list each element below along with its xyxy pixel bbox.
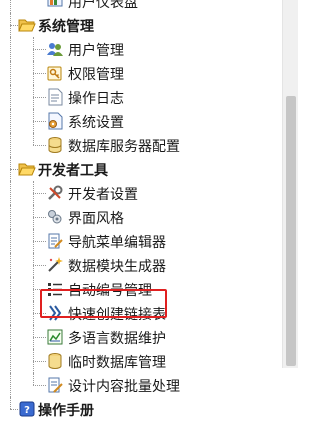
navigation-tree: 用户仪表盘 系统管理 用户管理 权限管理 操作日志 系统设置 数据库服务器配置 …: [0, 0, 282, 421]
svg-text:?: ?: [24, 405, 30, 416]
tree-group-developer-tools[interactable]: 开发者工具: [0, 157, 282, 181]
tree-connector: [33, 337, 46, 338]
tree-connector: [33, 193, 46, 194]
open-folder-icon: [18, 161, 36, 177]
tree-connector: [33, 145, 46, 146]
tree-connector: [10, 253, 11, 277]
tree-connector: [10, 229, 11, 253]
tree-connector: [33, 73, 46, 74]
key-icon: [46, 64, 64, 82]
tree-item-batch-design-processing[interactable]: 设计内容批量处理: [0, 373, 282, 397]
open-folder-icon: [18, 17, 36, 33]
tree-group-system-management[interactable]: 系统管理: [0, 13, 282, 37]
tree-connector: [10, 301, 11, 325]
tree-item-temp-database-management[interactable]: 临时数据库管理: [0, 349, 282, 373]
tree-connector: [33, 373, 34, 385]
tree-item-label: 界面风格: [68, 211, 124, 227]
tree-connector: [33, 121, 46, 122]
tree-connector: [33, 133, 34, 145]
tree-item-ui-style[interactable]: 界面风格: [0, 205, 282, 229]
settings-page-icon: [46, 112, 64, 130]
tree-connector: [10, 181, 11, 205]
tree-connector: [10, 277, 11, 301]
users-icon: [46, 40, 64, 58]
tree-item-label: 权限管理: [68, 67, 124, 83]
tree-item-label: 用户管理: [68, 43, 124, 59]
batch-design-icon: [46, 376, 64, 394]
tree-item-label: 数据模块生成器: [68, 259, 166, 275]
tools-icon: [46, 184, 64, 202]
tree-connector: [10, 169, 18, 170]
tree-connector: [10, 109, 11, 133]
tree-item-label: 操作日志: [68, 91, 124, 107]
tree-item-data-module-generator[interactable]: 数据模块生成器: [0, 253, 282, 277]
edit-menu-icon: [46, 232, 64, 250]
tree-group-label: 系统管理: [38, 19, 94, 35]
tree-item-permission-management[interactable]: 权限管理: [0, 61, 282, 85]
tree-item-user-management[interactable]: 用户管理: [0, 37, 282, 61]
tree-connector: [10, 397, 11, 409]
tree-item-nav-menu-editor[interactable]: 导航菜单编辑器: [0, 229, 282, 253]
tree-connector: [33, 49, 46, 50]
tree-group-operation-manual[interactable]: ? 操作手册: [0, 397, 282, 421]
tree-connector: [33, 217, 46, 218]
tree-connector: [10, 133, 11, 157]
tree-connector: [33, 97, 46, 98]
tree-connector: [10, 25, 18, 26]
help-book-icon: ?: [18, 401, 36, 417]
tree-connector: [33, 385, 46, 386]
dashboard-icon: [46, 0, 64, 10]
tree-group-label: 操作手册: [38, 403, 94, 419]
tree-connector: [10, 373, 11, 397]
palette-icon: [46, 208, 64, 226]
tree-item-label: 开发者设置: [68, 187, 138, 203]
tree-item-developer-settings[interactable]: 开发者设置: [0, 181, 282, 205]
tree-connector: [10, 325, 11, 349]
vertical-scrollbar[interactable]: [282, 0, 298, 368]
tree-item-label: 系统设置: [68, 115, 124, 131]
tree-item-label: 数据库服务器配置: [68, 139, 180, 155]
tree-connector: [10, 85, 11, 109]
tree-connector: [10, 205, 11, 229]
database-server-icon: [46, 136, 64, 154]
document-icon: [46, 88, 64, 106]
tree-item-label: 设计内容批量处理: [68, 379, 180, 395]
temp-database-icon: [46, 352, 64, 370]
tree-item-label: 用户仪表盘: [68, 0, 138, 11]
tree-item-multilang-data-maintenance[interactable]: 多语言数据维护: [0, 325, 282, 349]
tree-item-database-server-config[interactable]: 数据库服务器配置: [0, 133, 282, 157]
tree-item-dashboard[interactable]: 用户仪表盘: [0, 0, 282, 13]
tree-connector: [10, 0, 11, 13]
highlight-box: [40, 289, 167, 318]
chart-icon: [46, 328, 64, 346]
tree-connector: [10, 349, 11, 373]
tree-connector: [10, 409, 18, 410]
tree-connector: [33, 241, 46, 242]
tree-item-system-settings[interactable]: 系统设置: [0, 109, 282, 133]
scrollbar-thumb[interactable]: [286, 96, 296, 366]
tree-item-operation-log[interactable]: 操作日志: [0, 85, 282, 109]
tree-connector: [10, 37, 11, 61]
tree-connector: [33, 361, 46, 362]
tree-item-label: 导航菜单编辑器: [68, 235, 166, 251]
tree-item-label: 多语言数据维护: [68, 331, 166, 347]
tree-connector: [33, 265, 46, 266]
tree-group-label: 开发者工具: [38, 163, 108, 179]
magic-wand-icon: [46, 256, 64, 274]
tree-item-label: 临时数据库管理: [68, 355, 166, 371]
tree-connector: [10, 61, 11, 85]
